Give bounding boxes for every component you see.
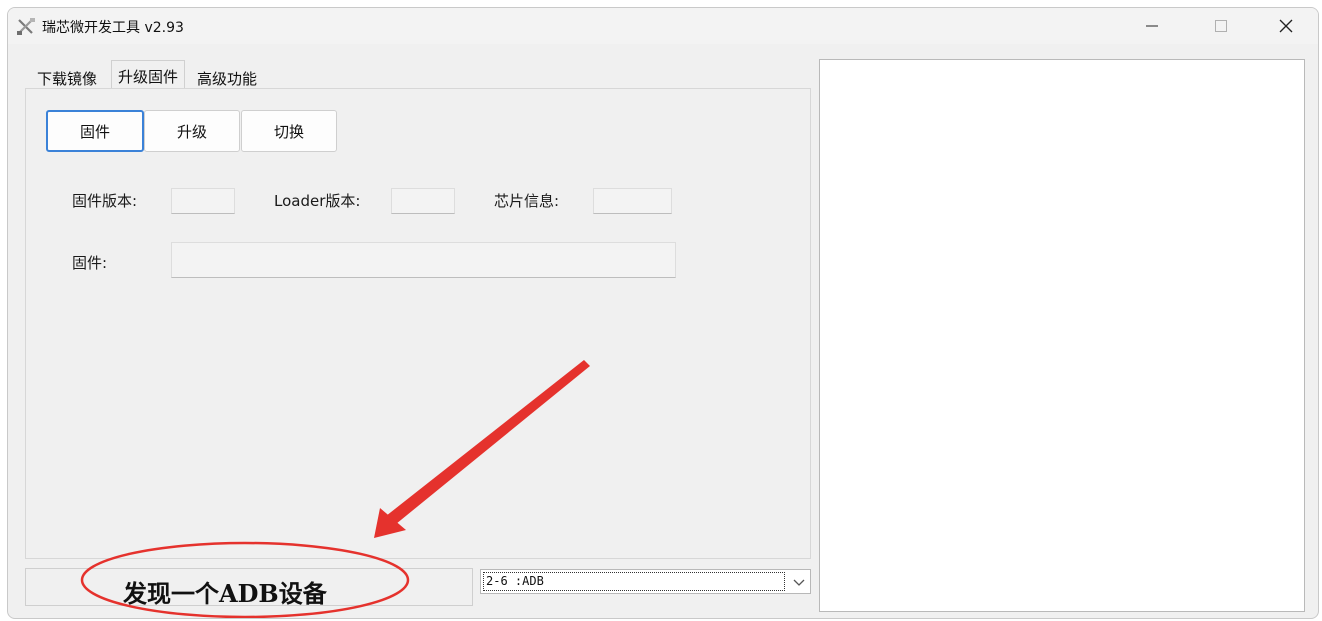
device-select-value: 2-6 :ADB	[483, 572, 785, 591]
maximize-button[interactable]	[1198, 8, 1244, 44]
close-icon	[1279, 19, 1293, 33]
tab-upgrade-firmware[interactable]: 升级固件	[111, 60, 186, 88]
loader-version-label: Loader版本:	[274, 192, 361, 210]
title-bar[interactable]: 瑞芯微开发工具 v2.93	[8, 8, 1318, 44]
maximize-icon	[1215, 20, 1227, 32]
firmware-path-field	[171, 242, 676, 278]
log-panel[interactable]	[819, 59, 1305, 612]
window-title: 瑞芯微开发工具 v2.93	[42, 20, 184, 36]
chevron-down-icon[interactable]	[792, 575, 806, 594]
app-window: 瑞芯微开发工具 v2.93 下载镜像 升级固件 高级功能 固件 升级 切换 固件…	[7, 7, 1319, 619]
firmware-version-field	[171, 188, 235, 214]
close-button[interactable]	[1263, 8, 1309, 44]
firmware-version-label: 固件版本:	[72, 192, 138, 210]
status-text: 发现一个ADB设备	[123, 579, 327, 608]
tools-icon	[16, 17, 36, 37]
device-select[interactable]: 2-6 :ADB	[480, 569, 811, 594]
switch-button[interactable]: 切换	[241, 110, 337, 152]
minimize-button[interactable]	[1129, 8, 1175, 44]
upgrade-panel: 固件 升级 切换 固件版本: Loader版本: 芯片信息: 固件:	[25, 88, 811, 559]
loader-version-field	[391, 188, 455, 214]
chip-info-label: 芯片信息:	[494, 192, 560, 210]
upgrade-button[interactable]: 升级	[144, 110, 240, 152]
chip-info-field	[593, 188, 672, 214]
firmware-button[interactable]: 固件	[46, 110, 144, 152]
firmware-path-label: 固件:	[72, 254, 108, 272]
minimize-icon	[1146, 25, 1158, 27]
